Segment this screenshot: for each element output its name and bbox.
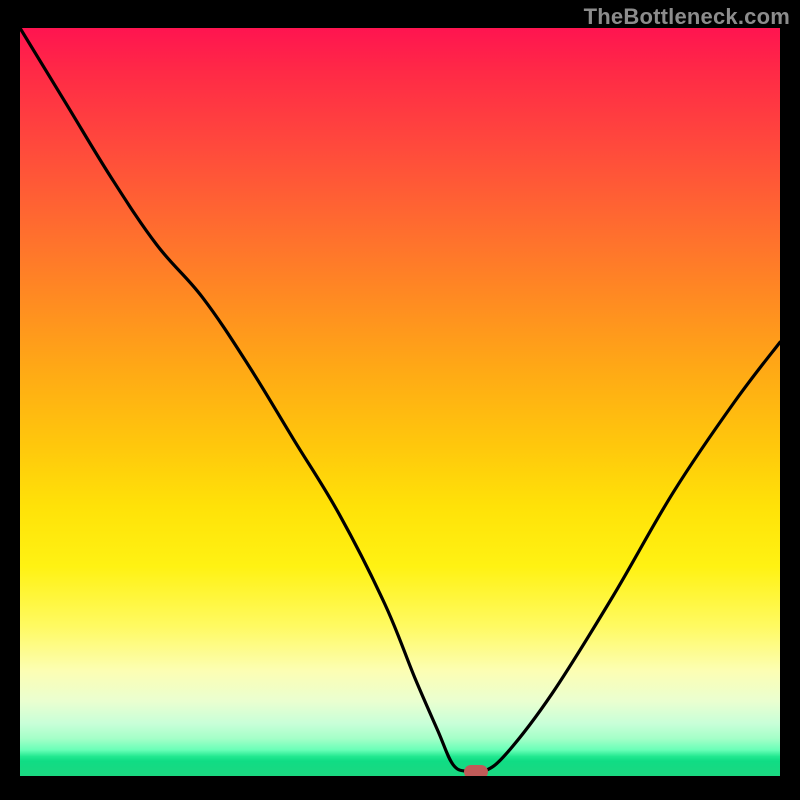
watermark-label: TheBottleneck.com: [584, 4, 790, 30]
bottleneck-curve: [20, 28, 780, 776]
optimal-marker: [464, 765, 488, 777]
chart-frame: TheBottleneck.com: [0, 0, 800, 800]
plot-area: [20, 28, 780, 776]
